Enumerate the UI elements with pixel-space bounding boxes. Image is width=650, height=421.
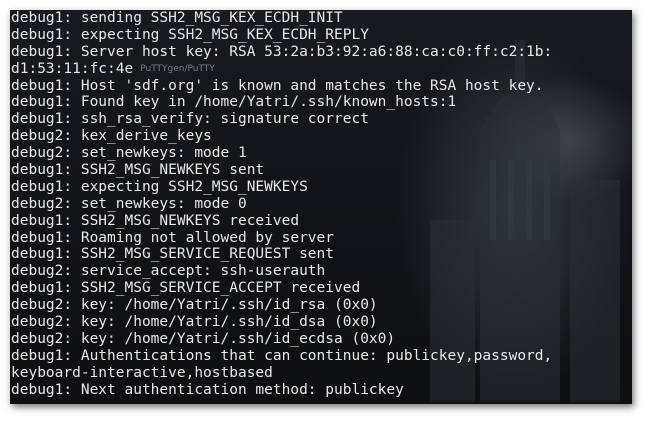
terminal-output[interactable]: debug1: sending SSH2_MSG_KEX_ECDH_INIT de… xyxy=(11,10,552,398)
terminal-line: debug1: ssh_rsa_verify: signature correc… xyxy=(11,111,369,128)
terminal-line: debug2: service_accept: ssh-userauth xyxy=(11,263,326,280)
terminal-line: debug2: set_newkeys: mode 0 xyxy=(11,195,247,212)
tooltip-overlay-text: PuTTYgen/PuTTY xyxy=(140,63,215,74)
terminal-line: debug2: key: /home/Yatri/.ssh/id_dsa (0x… xyxy=(11,314,378,331)
scroll-cutoff-edge xyxy=(10,399,632,404)
terminal-line: debug2: kex_derive_keys xyxy=(11,128,212,145)
terminal-line: debug2: key: /home/Yatri/.ssh/id_ecdsa (… xyxy=(11,330,396,347)
terminal-line: debug1: SSH2_MSG_NEWKEYS received xyxy=(11,212,300,229)
terminal-line-with-overlay: d1:53:11:fc:4e PuTTYgen/PuTTY xyxy=(11,61,552,78)
terminal-line: debug1: Found key in /home/Yatri/.ssh/kn… xyxy=(11,94,457,111)
terminal-line: debug1: sending SSH2_MSG_KEX_ECDH_INIT xyxy=(11,10,343,26)
terminal-line: debug1: Authentications that can continu… xyxy=(11,347,553,364)
terminal-line: debug1: expecting SSH2_MSG_KEX_ECDH_REPL… xyxy=(11,26,369,43)
terminal-line: debug1: expecting SSH2_MSG_NEWKEYS xyxy=(11,178,308,195)
terminal-line: debug1: Host 'sdf.org' is known and matc… xyxy=(11,77,544,94)
terminal-line: debug1: SSH2_MSG_SERVICE_REQUEST sent xyxy=(11,246,335,263)
terminal-line: keyboard-interactive,hostbased xyxy=(11,364,273,381)
terminal-window[interactable]: debug1: sending SSH2_MSG_KEX_ECDH_INIT de… xyxy=(10,10,632,404)
terminal-line: debug1: Server host key: RSA 53:2a:b3:92… xyxy=(11,43,553,60)
terminal-line: debug1: SSH2_MSG_NEWKEYS sent xyxy=(11,162,265,179)
terminal-line: debug2: set_newkeys: mode 1 xyxy=(11,145,247,162)
terminal-line: debug2: key: /home/Yatri/.ssh/id_rsa (0x… xyxy=(11,297,378,314)
terminal-line: debug1: Next authentication method: publ… xyxy=(11,381,404,398)
terminal-line: debug1: Roaming not allowed by server xyxy=(11,229,335,246)
terminal-line-text: d1:53:11:fc:4e xyxy=(11,60,134,77)
terminal-line: debug1: SSH2_MSG_SERVICE_ACCEPT received xyxy=(11,280,361,297)
